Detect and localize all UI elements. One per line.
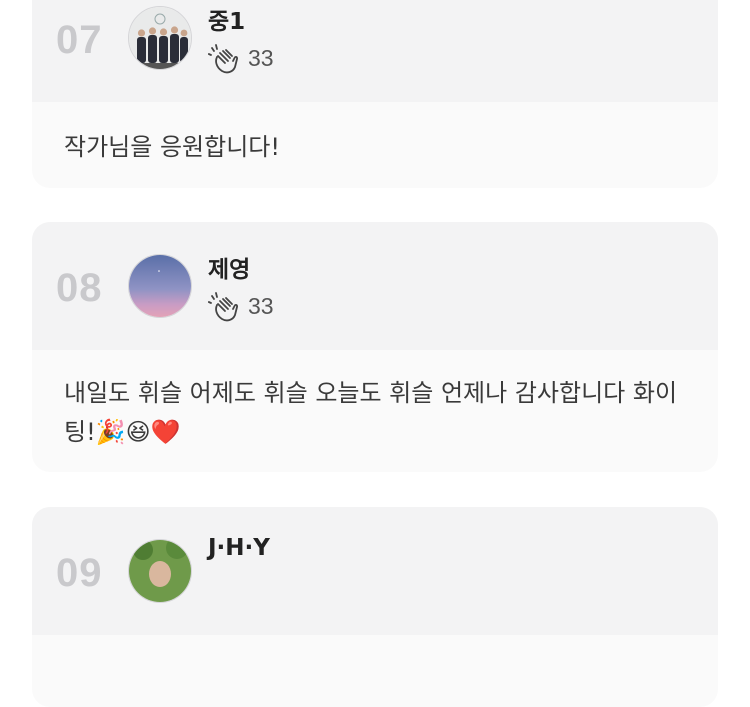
comment-header: 07 중1 33 bbox=[32, 0, 718, 102]
comment-card: 07 중1 33 작가님을 응원합니다! bbox=[32, 0, 718, 188]
comment-body: 내일도 휘슬 어제도 휘슬 오늘도 휘슬 언제나 감사합니다 화이팅!🎉😆❤️ bbox=[32, 350, 718, 452]
comment-card: 09 J·H·Y bbox=[32, 507, 718, 707]
clap-count: 33 bbox=[248, 292, 274, 319]
group-photo-avatar-icon bbox=[129, 7, 191, 69]
comment-text: 내일도 휘슬 어제도 휘슬 오늘도 휘슬 언제나 감사합니다 화이팅!🎉😆❤️ bbox=[64, 379, 678, 446]
author-name[interactable]: J·H·Y bbox=[208, 535, 270, 561]
comment-header: 09 J·H·Y bbox=[32, 507, 718, 635]
rank-number: 08 bbox=[56, 266, 103, 310]
author-name[interactable]: 제영 bbox=[208, 250, 250, 284]
avatar[interactable] bbox=[128, 254, 192, 318]
comment-header: 08 제영 33 bbox=[32, 222, 718, 350]
clap-button[interactable]: 33 bbox=[208, 288, 274, 324]
author-name[interactable]: 중1 bbox=[208, 2, 245, 36]
clap-button[interactable]: 33 bbox=[208, 40, 274, 76]
rank-number: 09 bbox=[56, 551, 103, 595]
avatar[interactable] bbox=[128, 539, 192, 603]
avatar[interactable] bbox=[128, 6, 192, 70]
dusk-sky-avatar-icon bbox=[129, 255, 191, 317]
comment-text: 작가님을 응원합니다! bbox=[64, 133, 280, 161]
comment-card: 08 제영 33 내일도 휘슬 어제도 휘슬 오늘도 휘슬 언제나 감사합니다 … bbox=[32, 222, 718, 472]
comment-body: 작가님을 응원합니다! bbox=[32, 102, 718, 167]
green-nature-avatar-icon bbox=[129, 540, 191, 602]
clap-count: 33 bbox=[248, 44, 274, 71]
clapping-hands-icon bbox=[208, 292, 238, 322]
clapping-hands-icon bbox=[208, 44, 238, 74]
rank-number: 07 bbox=[56, 18, 103, 62]
